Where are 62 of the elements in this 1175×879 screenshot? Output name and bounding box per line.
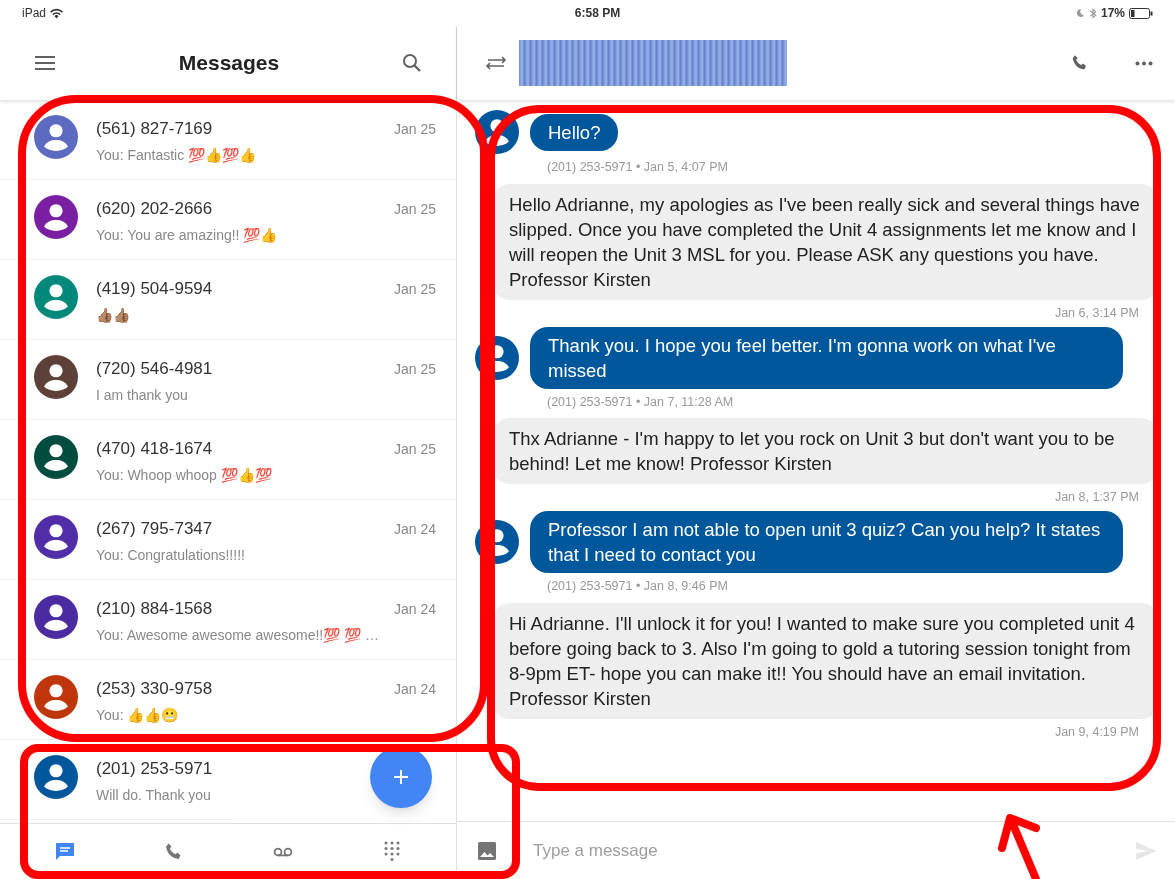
message-meta: Jan 8, 1:37 PM bbox=[1054, 489, 1139, 507]
conversation-date: Jan 25 bbox=[393, 120, 436, 139]
contact-number: (470) 418-1674 bbox=[96, 438, 214, 460]
bluetooth-icon bbox=[1088, 7, 1097, 19]
conversation-item[interactable]: (267) 795-7347 Jan 24 You: Congratulations!!!!! bbox=[0, 500, 456, 580]
message-preview: Will do. Thank you bbox=[96, 785, 212, 805]
device-name: iPad bbox=[22, 5, 47, 22]
contact-number: (620) 202-2666 bbox=[96, 198, 214, 220]
message-preview: You: Fantastic 💯👍💯👍 bbox=[96, 145, 258, 165]
conversation-date: Jan 24 bbox=[393, 600, 436, 619]
wifi-icon bbox=[50, 7, 64, 19]
contact-number: (201) 253-5971 bbox=[96, 758, 213, 780]
search-icon[interactable] bbox=[402, 53, 422, 73]
conversation-item[interactable]: (720) 546-4981 Jan 25 I am thank you bbox=[0, 340, 456, 420]
contact-number: (253) 330-9758 bbox=[96, 678, 214, 700]
conversation-item[interactable]: (253) 330-9758 Jan 24 You: 👍👍😬 bbox=[0, 660, 456, 740]
message-bubble: Professor I am not able to open unit 3 quiz? Can you help? It states that I need to contact you bbox=[530, 511, 1123, 573]
avatar-icon bbox=[475, 110, 519, 154]
conversation-item[interactable]: (419) 504-9594 Jan 25 👍🏽👍🏽 bbox=[0, 260, 456, 340]
battery-icon bbox=[1129, 7, 1153, 19]
contact-number: (561) 827-7169 bbox=[96, 118, 214, 140]
message-meta: Jan 9, 4:19 PM bbox=[1054, 723, 1139, 741]
contact-number: (720) 546-4981 bbox=[96, 358, 214, 380]
message-preview: You: Whoop whoop 💯👍💯 bbox=[96, 465, 273, 485]
message-bubble: Hello? bbox=[530, 113, 619, 151]
conversation-date: Jan 24 bbox=[393, 680, 436, 699]
panel-title: Messages bbox=[178, 50, 280, 77]
message-meta: (201) 253-5971 • Jan 7, 11:28 AM bbox=[547, 393, 735, 411]
plus-icon bbox=[393, 769, 409, 785]
conversation-date: Jan 24 bbox=[393, 520, 436, 539]
menu-icon[interactable] bbox=[34, 55, 56, 71]
conversation-item[interactable]: (620) 202-2666 Jan 25 You: You are amazing!! 💯👍 bbox=[0, 180, 456, 260]
message-meta: (201) 253-5971 • Jan 5, 4:07 PM bbox=[547, 159, 729, 176]
battery-percent: 17% bbox=[1100, 5, 1125, 22]
message-preview: You: Awesome awesome awesome!!💯 💯 … bbox=[96, 625, 381, 645]
message-preview: 👍🏽👍🏽 bbox=[96, 305, 131, 325]
image-icon[interactable] bbox=[477, 840, 497, 861]
message-input[interactable]: Type a message bbox=[533, 837, 1135, 864]
conversation-date: Jan 25 bbox=[393, 200, 436, 219]
conversation-item[interactable]: (201) 253-5971 Will do. Thank you bbox=[0, 740, 233, 820]
message-preview: I am thank you bbox=[96, 385, 189, 405]
swap-arrows-icon[interactable] bbox=[485, 56, 507, 70]
message-preview: You: 👍👍😬 bbox=[96, 705, 180, 725]
conversation-item[interactable]: (210) 884-1568 Jan 24 You: Awesome awesome awesome!!💯 💯 … bbox=[0, 580, 456, 660]
message-preview: You: Congratulations!!!!! bbox=[96, 545, 246, 565]
message-meta: Jan 6, 3:14 PM bbox=[1054, 304, 1139, 322]
more-icon[interactable] bbox=[1135, 60, 1153, 66]
conversation-item[interactable]: (561) 827-7169 Jan 25 You: Fantastic 💯👍💯👍 bbox=[0, 100, 456, 180]
message-preview: You: You are amazing!! 💯👍 bbox=[96, 225, 279, 245]
avatar-icon bbox=[475, 520, 519, 564]
conversation-date: Jan 25 bbox=[393, 280, 436, 299]
moon-icon bbox=[1074, 8, 1085, 18]
conversation-date: Jan 25 bbox=[393, 440, 436, 459]
conversation-date: Jan 25 bbox=[393, 360, 436, 379]
message-bubble: Thank you. I hope you feel better. I'm gonna work on what I've missed bbox=[530, 326, 1123, 389]
avatar-icon bbox=[475, 335, 519, 380]
contact-number: (419) 504-9594 bbox=[96, 278, 214, 300]
contact-number: (210) 884-1568 bbox=[96, 598, 214, 620]
contact-number: (267) 795-7347 bbox=[96, 518, 214, 540]
message-meta: (201) 253-5971 • Jan 8, 9:46 PM bbox=[547, 578, 729, 595]
status-time: 6:58 PM bbox=[573, 5, 621, 22]
conversation-item[interactable]: (470) 418-1674 Jan 25 You: Whoop whoop 💯👍💯 bbox=[0, 420, 456, 500]
